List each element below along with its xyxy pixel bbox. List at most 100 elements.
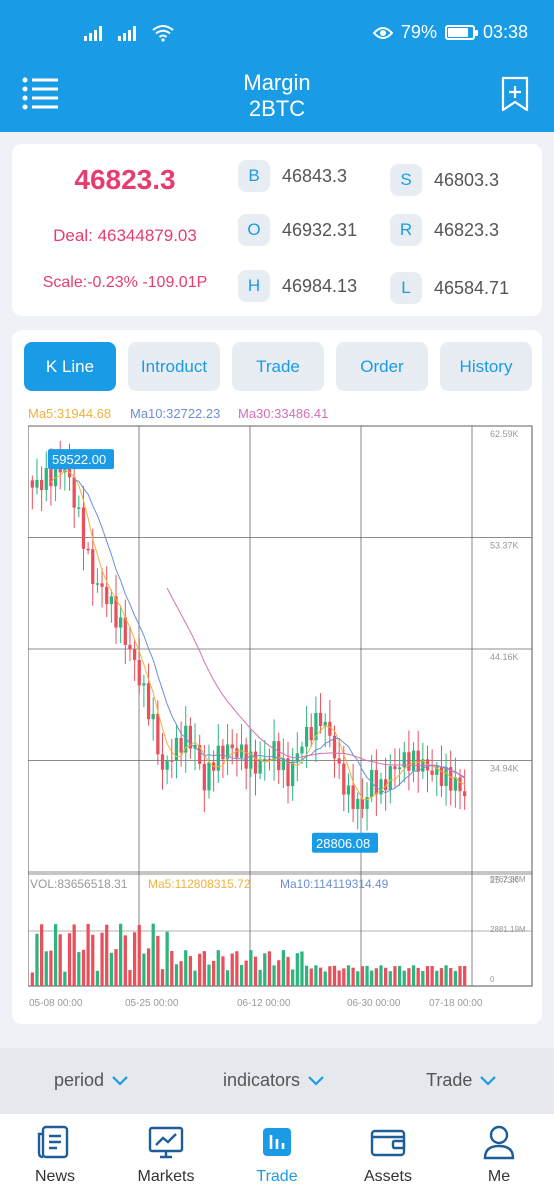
volume-bar	[100, 932, 104, 986]
volume-bar	[332, 965, 337, 986]
volume-bar	[291, 969, 295, 986]
nav-me[interactable]: Me	[454, 1122, 544, 1186]
candle-body	[258, 759, 262, 774]
candle-body	[342, 763, 346, 795]
max-price-marker: 59522.00	[48, 449, 114, 470]
candle-body	[407, 752, 411, 771]
k-line-chart[interactable]: 62.59K53.37K44.16K34.94K25.73K5762.38M28…	[28, 422, 538, 1012]
volume-bar	[137, 924, 141, 986]
candle-body	[430, 770, 434, 775]
indicators-selector[interactable]: indicators	[223, 1070, 324, 1091]
candle-body	[91, 549, 95, 584]
volume-bar	[39, 924, 44, 986]
volume-bar	[114, 949, 118, 986]
x-tick-label: 05-08 00:00	[29, 998, 83, 1009]
volume-bar	[309, 968, 313, 986]
signal-icon	[118, 26, 136, 41]
volume-bar	[35, 933, 39, 986]
volume-bar	[342, 968, 346, 986]
battery-percent: 79%	[400, 22, 437, 42]
chart-tabs: K Line Introduct Trade Order History	[24, 342, 532, 391]
candle-body	[179, 737, 183, 753]
stat-key: R	[390, 214, 422, 246]
candle-body	[77, 507, 81, 509]
period-selector[interactable]: period	[54, 1070, 128, 1091]
volume-bar	[384, 967, 388, 986]
candle-body	[142, 683, 146, 686]
candle-body	[109, 596, 113, 605]
candle-body	[244, 744, 248, 769]
candle-body	[123, 617, 127, 645]
candle-body	[397, 767, 402, 770]
stat-key: B	[238, 160, 270, 192]
vol-tick-label: 2881.19M	[490, 925, 526, 934]
chevron-down-icon	[480, 1075, 497, 1086]
stat-key: O	[238, 214, 270, 246]
volume-bar	[212, 960, 216, 986]
tab-trade[interactable]: Trade	[232, 342, 324, 391]
candle-body	[72, 477, 76, 508]
ma5-label: Ma5:31944.68	[28, 406, 112, 421]
volume-bar	[449, 967, 453, 986]
axis-labels: 62.59K53.37K44.16K34.94K25.73K5762.38M28…	[29, 429, 526, 1009]
nav-trade[interactable]: Trade	[232, 1122, 322, 1186]
nav-label: Me	[487, 1168, 511, 1185]
candle-body	[291, 761, 295, 787]
ma30-label: Ma30:33486.41	[238, 406, 329, 421]
tab-history[interactable]: History	[440, 342, 532, 391]
candle-body	[100, 583, 104, 587]
volume-bar	[146, 948, 151, 986]
volume-bar	[435, 970, 439, 986]
candle-body	[346, 785, 351, 795]
volume-bar	[202, 951, 206, 986]
tab-k-line[interactable]: K Line	[24, 342, 116, 391]
min-price-marker: 28806.08	[312, 832, 378, 853]
candle-body	[463, 791, 467, 797]
signal-icon	[84, 26, 102, 41]
volume-bar	[365, 965, 369, 986]
volume-bar	[295, 953, 299, 986]
candle-body	[388, 766, 392, 791]
title-text: Margin	[243, 70, 311, 95]
nav-assets[interactable]: Assets	[343, 1122, 433, 1186]
nav-markets[interactable]: Markets	[121, 1122, 211, 1186]
volume-bar	[337, 970, 341, 986]
nav-label: Markets	[137, 1168, 195, 1185]
candle-body	[300, 746, 304, 754]
volume-bar	[207, 964, 211, 986]
volume-bar	[314, 965, 318, 986]
x-tick-label: 05-25 00:00	[125, 998, 179, 1009]
chart-frame	[28, 425, 533, 987]
trade-icon	[263, 1128, 291, 1156]
volume-bar	[272, 965, 276, 986]
volume-bar	[453, 970, 458, 986]
volume-bar	[267, 951, 272, 986]
volume-bar	[379, 965, 383, 986]
nav-news[interactable]: News	[10, 1122, 100, 1186]
trade-label: Trade	[426, 1070, 473, 1090]
candle-body	[137, 659, 141, 686]
volume-bar	[323, 971, 327, 986]
volume-bar	[63, 971, 67, 986]
candle-body	[379, 779, 383, 795]
volume-bar	[397, 965, 402, 986]
stat-bid: B 46843.3	[238, 160, 347, 192]
volume-bar	[165, 931, 169, 986]
tab-introduct[interactable]: Introduct	[128, 342, 220, 391]
volume-bar	[81, 949, 86, 986]
bookmark-add-icon[interactable]	[500, 76, 530, 112]
app-header: Margin 2BTC	[0, 64, 554, 132]
candle-body	[304, 726, 309, 747]
stat-value: 46803.3	[434, 169, 500, 190]
candle-body	[439, 766, 444, 786]
candle-body	[356, 798, 360, 810]
volume-bar	[105, 924, 109, 986]
volume-bar	[430, 965, 434, 986]
candle-body	[119, 617, 123, 628]
volume-bar	[142, 953, 146, 986]
tab-order[interactable]: Order	[336, 342, 428, 391]
candle-body	[230, 744, 234, 749]
volume-bar	[151, 923, 155, 986]
trade-selector[interactable]: Trade	[426, 1070, 497, 1091]
candle-body	[30, 480, 34, 488]
